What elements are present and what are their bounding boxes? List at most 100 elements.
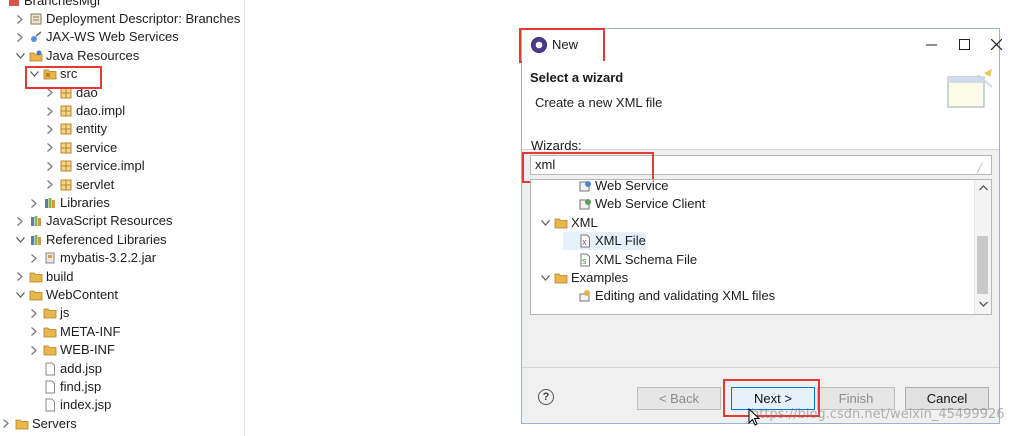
tree-row[interactable]: WebContent: [14, 286, 118, 304]
wizard-item[interactable]: Web Service: [563, 180, 668, 195]
tree-row-label: META-INF: [60, 323, 121, 339]
chevron-down-icon[interactable]: [14, 292, 26, 298]
tree-row-label: service: [76, 139, 118, 155]
folder-icon: [29, 270, 43, 284]
maximize-button[interactable]: [952, 33, 976, 55]
chevron-down-icon[interactable]: [14, 52, 26, 59]
mouse-cursor-icon: [748, 407, 761, 429]
tree-row[interactable]: JAX-WS Web Services: [14, 28, 179, 46]
tree-row-label: entity: [76, 121, 108, 137]
folder-icon: [43, 306, 57, 320]
web-service-client-icon: [578, 197, 592, 211]
tree-row-label: WebContent: [46, 287, 119, 302]
web-service-icon: [578, 180, 592, 193]
close-button[interactable]: [984, 33, 1008, 55]
wizard-item[interactable]: Examples: [539, 269, 628, 287]
chevron-right-icon[interactable]: [14, 216, 26, 226]
chevron-right-icon[interactable]: [28, 327, 40, 337]
wizard-banner: Select a wizard Create a new XML file: [522, 61, 999, 150]
tree-row[interactable]: Deployment Descriptor: Branches: [14, 10, 240, 28]
tree-row[interactable]: mybatis-3.2.2.jar: [28, 249, 156, 267]
chevron-down-icon[interactable]: [539, 275, 551, 281]
back-button[interactable]: < Back: [637, 387, 721, 410]
chevron-right-icon[interactable]: [28, 253, 40, 263]
descriptor-icon: [29, 12, 43, 26]
tree-row[interactable]: add.jsp: [28, 360, 102, 378]
project-explorer: BranchesMgr Deployment Descriptor: Branc…: [0, 0, 245, 436]
wizard-item[interactable]: Web Service Client: [563, 195, 705, 213]
chevron-right-icon[interactable]: [28, 308, 40, 318]
folder-icon: [15, 417, 29, 431]
tree-row[interactable]: WEB-INF: [28, 341, 115, 359]
wizard-item[interactable]: Editing and validating XML files: [563, 287, 775, 305]
chevron-right-icon[interactable]: [44, 124, 56, 134]
xml-file-icon: X: [578, 234, 592, 248]
chevron-down-icon[interactable]: [539, 219, 551, 226]
project-icon: [7, 0, 21, 8]
minimize-icon: [918, 33, 942, 55]
tree-row[interactable]: build: [14, 268, 73, 286]
tree-row[interactable]: service.impl: [44, 157, 145, 175]
library-icon: [29, 233, 43, 247]
scroll-down-icon[interactable]: [975, 296, 991, 312]
tree-row-label: servlet: [76, 176, 115, 192]
tree-row[interactable]: Java Resources: [14, 47, 139, 65]
chevron-right-icon[interactable]: [44, 88, 56, 98]
chevron-right-icon[interactable]: [0, 419, 12, 429]
tree-row-label: mybatis-3.2.2.jar: [60, 250, 157, 266]
wizard-item-selected[interactable]: X XML File: [563, 232, 646, 251]
tree-row-label: js: [60, 305, 70, 321]
wizard-item[interactable]: XML: [539, 214, 598, 232]
tree-row-label: Java Resources: [46, 47, 140, 63]
folder-icon: [554, 216, 568, 230]
tree-row-label: JavaScript Resources: [46, 213, 173, 229]
package-icon: [59, 122, 73, 136]
tree-row[interactable]: servlet: [44, 176, 114, 194]
chevron-down-icon[interactable]: [14, 236, 26, 243]
tree-row[interactable]: Libraries: [28, 194, 110, 212]
tree-row[interactable]: JavaScript Resources: [14, 212, 172, 230]
package-icon: [59, 141, 73, 155]
tree-row[interactable]: dao.impl: [44, 102, 125, 120]
wizard-heading: Select a wizard: [530, 70, 624, 85]
tree-row[interactable]: js: [28, 304, 69, 322]
chevron-right-icon[interactable]: [14, 32, 26, 42]
chevron-right-icon[interactable]: [14, 272, 26, 282]
package-icon: [59, 104, 73, 118]
chevron-right-icon[interactable]: [44, 180, 56, 190]
tree-row[interactable]: service: [44, 139, 117, 157]
src-highlight-box: [25, 66, 102, 89]
chevron-right-icon[interactable]: [44, 106, 56, 116]
wizard-item-label: Editing and validating XML files: [595, 288, 776, 304]
chevron-right-icon[interactable]: [44, 161, 56, 171]
tree-row[interactable]: index.jsp: [28, 396, 111, 414]
svg-text:S: S: [582, 258, 587, 266]
wizard-item-label: Examples: [571, 270, 629, 285]
wizard-item-label: Web Service Client: [595, 196, 706, 212]
chevron-right-icon[interactable]: [44, 143, 56, 153]
package-icon: [59, 178, 73, 192]
tree-row[interactable]: Referenced Libraries: [14, 231, 167, 249]
wizard-tree[interactable]: Web Service Web Service Client XML X XML Fil…: [530, 179, 992, 315]
tree-row-project[interactable]: BranchesMgr: [4, 0, 101, 10]
new-wizard-banner-icon: [940, 67, 996, 113]
tree-row[interactable]: find.jsp: [28, 378, 101, 396]
scroll-thumb[interactable]: [977, 236, 988, 294]
file-icon: [43, 362, 57, 376]
tree-row[interactable]: Servers: [0, 415, 77, 433]
chevron-right-icon[interactable]: [28, 345, 40, 355]
chevron-right-icon[interactable]: [28, 198, 40, 208]
library-icon: [43, 196, 57, 210]
tree-row-label: WEB-INF: [60, 342, 115, 358]
wizard-tree-scrollbar[interactable]: [974, 180, 991, 314]
tree-row-label: build: [46, 268, 74, 284]
wizard-item-label: XML File: [595, 233, 646, 249]
wizard-item[interactable]: S XML Schema File: [563, 251, 697, 269]
help-icon[interactable]: ?: [538, 389, 554, 405]
svg-text:X: X: [582, 239, 587, 247]
wizard-item-label: XML: [571, 214, 598, 230]
tree-row[interactable]: entity: [44, 120, 107, 138]
chevron-right-icon[interactable]: [14, 14, 26, 24]
tree-row[interactable]: META-INF: [28, 323, 120, 341]
scroll-up-icon[interactable]: [975, 180, 991, 196]
